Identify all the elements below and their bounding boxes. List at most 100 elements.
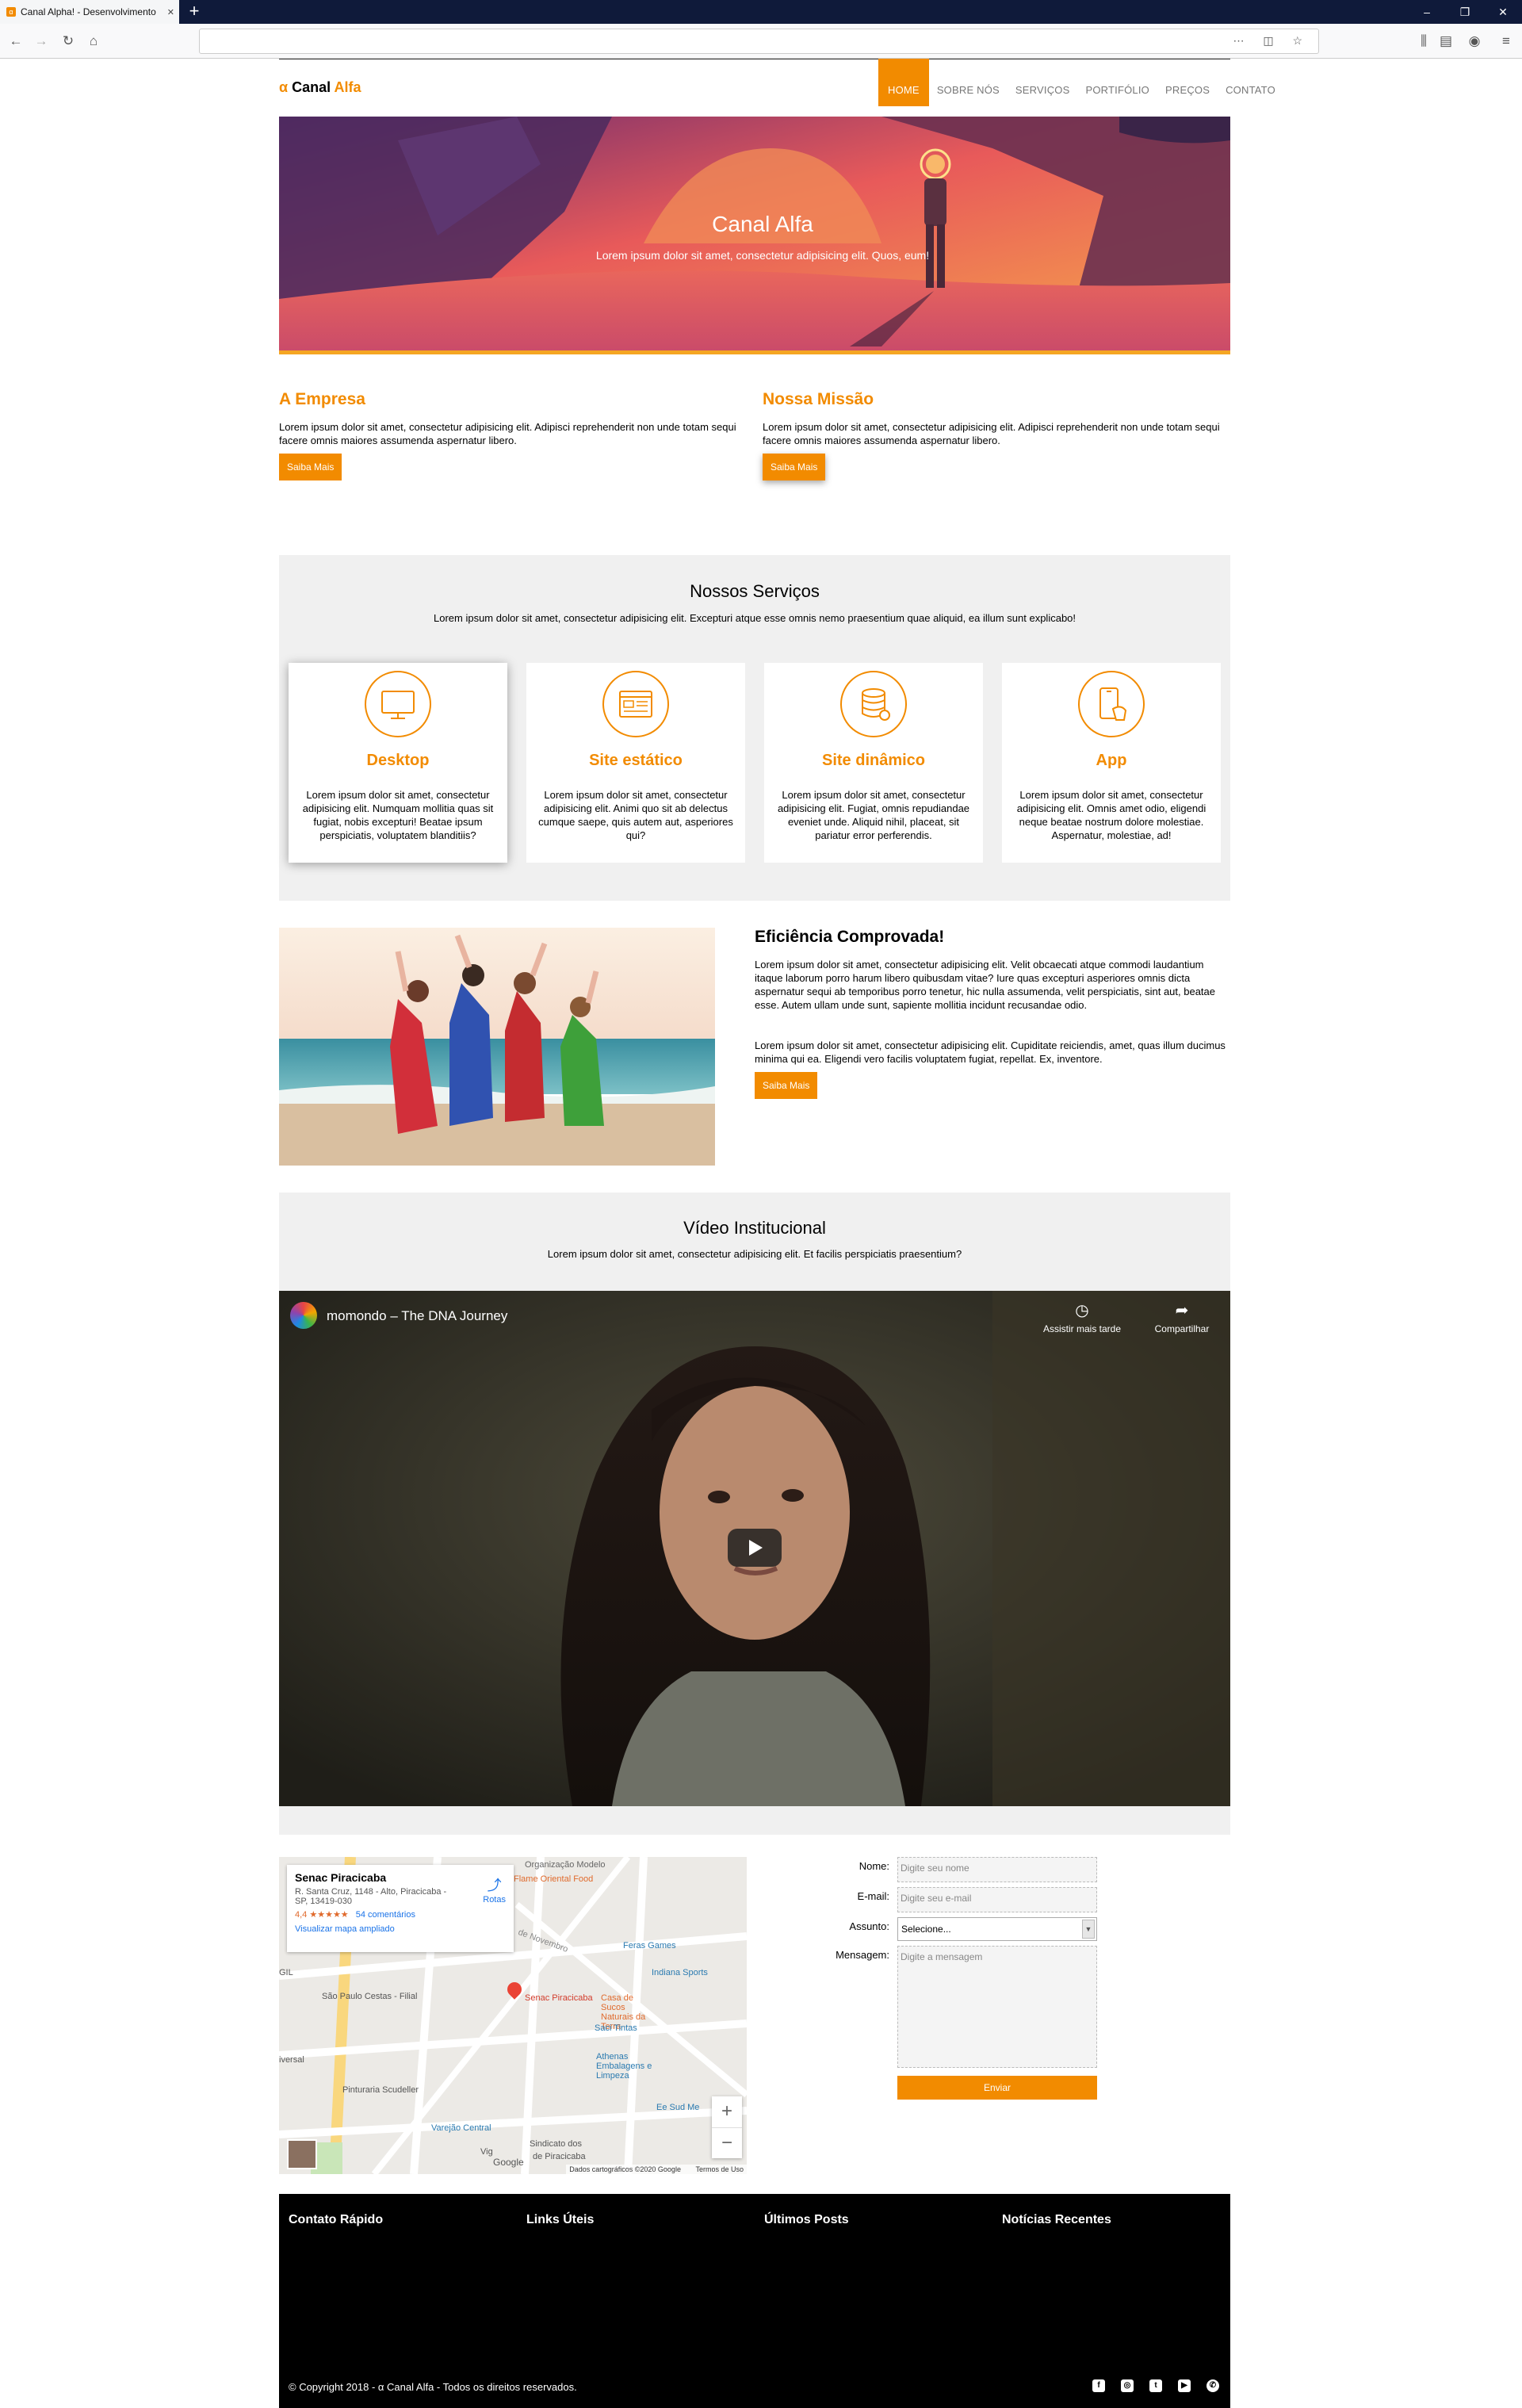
map-label-4: Feras Games [623,1941,676,1951]
submit-button[interactable]: Enviar [897,2076,1097,2100]
menu-portfolio[interactable]: PORTIFÓLIO [1077,59,1157,106]
video-player-title[interactable]: momondo – The DNA Journey [327,1308,507,1324]
map-label-12: iversal [279,2055,304,2065]
map-data-text: Dados cartográficos ©2020 Google [569,2165,681,2173]
map-reviews-link[interactable]: 54 comentários [356,1910,415,1920]
email-field[interactable]: Digite seu e-mail [897,1887,1097,1912]
efficiency-paragraph-2: Lorem ipsum dolor sit amet, consectetur … [755,1039,1226,1065]
zoom-in-button[interactable]: + [712,2096,742,2127]
watch-later-label: Assistir mais tarde [1042,1323,1122,1334]
service-card-title: App [1096,752,1127,769]
minimize-button[interactable]: – [1408,0,1446,24]
youtube-video-player[interactable]: momondo – The DNA Journey ◷ Assistir mai… [279,1291,1230,1806]
map-label-11: Athenas Embalagens e Limpeza [596,2052,652,2081]
share-arrow-icon: ➦ [1175,1302,1189,1319]
site-footer: Contato Rápido Links Úteis Últimos Posts… [279,2194,1230,2408]
kids-superheroes-photo [279,928,715,1166]
close-window-button[interactable]: ✕ [1484,0,1522,24]
street-view-thumbnail[interactable] [287,2139,317,2169]
twitter-icon[interactable]: t [1149,2379,1162,2392]
logo-alpha-symbol: α [279,79,289,95]
directions-label: Rotas [483,1895,506,1905]
about-mission-text: Lorem ipsum dolor sit amet, consectetur … [763,421,1220,446]
map-label-10: Saci Tintas [595,2023,637,2033]
play-button[interactable] [728,1529,782,1567]
facebook-icon[interactable]: f [1092,2379,1105,2392]
channel-avatar-icon[interactable] [290,1302,317,1329]
watch-later-button[interactable]: ◷ Assistir mais tarde [1031,1300,1134,1334]
page-actions-icon[interactable]: ⋯ ◫ ☆ [1233,34,1310,48]
service-card-app[interactable]: App Lorem ipsum dolor sit amet, consecte… [1002,663,1221,863]
browser-window: α Canal Alpha! - Desenvolvimento ✕ + – ❐… [0,0,1522,59]
address-bar[interactable]: ⋯ ◫ ☆ [199,29,1319,54]
logo-canal-text: Canal [292,79,331,95]
youtube-icon[interactable]: ▶ [1178,2379,1191,2392]
new-tab-button[interactable]: + [184,2,205,22]
map-zoom-control: + − [712,2096,742,2158]
map-label-1: Organização Modelo [525,1860,606,1870]
service-card-desktop[interactable]: Desktop Lorem ipsum dolor sit amet, cons… [289,663,507,863]
directions-button[interactable]: ⤴ Rotas [483,1874,506,1905]
tab-title: Canal Alpha! - Desenvolvimento [21,6,156,17]
database-icon [840,671,907,737]
hero-title: Canal Alfa [712,212,813,236]
favicon-icon: α [6,7,16,17]
map-enlarge-link[interactable]: Visualizar mapa ampliado [295,1924,506,1934]
footer-col-contact: Contato Rápido [289,2213,384,2226]
menu-contato[interactable]: CONTATO [1218,59,1283,106]
service-card-dynamic-site[interactable]: Site dinâmico Lorem ipsum dolor sit amet… [764,663,983,863]
menu-home[interactable]: HOME [878,59,929,106]
map-label-13: Pinturaria Scudeller [342,2085,419,2095]
name-label: Nome: [859,1860,889,1872]
map-terms-link[interactable]: Termos de Uso [695,2165,744,2173]
hamburger-menu-icon[interactable]: ≡ [1497,32,1516,51]
back-icon[interactable]: ← [6,32,25,51]
account-icon[interactable]: ◉ [1465,32,1484,51]
tab-close-icon[interactable]: ✕ [167,7,174,17]
google-map-embed[interactable]: Organização Modelo Flame Oriental Food d… [279,1857,747,2174]
name-field[interactable]: Digite seu nome [897,1857,1097,1882]
browser-tab[interactable]: α Canal Alpha! - Desenvolvimento ✕ [0,0,179,24]
efficiency-more-button[interactable]: Saiba Mais [755,1072,818,1099]
map-label-18: de Piracicaba [533,2152,586,2161]
map-info-card: Senac Piracicaba R. Santa Cruz, 1148 - A… [287,1865,514,1952]
menu-precos[interactable]: PREÇOS [1157,59,1218,106]
clock-icon: ◷ [1075,1302,1089,1319]
mission-more-button[interactable]: Saiba Mais [763,454,826,480]
map-attribution: Dados cartográficos ©2020 Google Termos … [566,2165,747,2174]
whatsapp-icon[interactable]: ✆ [1207,2379,1219,2392]
share-button[interactable]: ➦ Compartilhar [1146,1300,1218,1334]
play-icon [749,1540,763,1556]
home-icon[interactable]: ⌂ [84,32,103,51]
maximize-button[interactable]: ❐ [1446,0,1484,24]
subject-select[interactable]: Selecione... ▼ [897,1917,1097,1941]
footer-col-news: Notícias Recentes [1002,2213,1111,2226]
service-card-title: Site estático [589,752,683,769]
library-icon[interactable]: ⫼ [1414,32,1433,51]
hero-banner: Canal Alfa Lorem ipsum dolor sit amet, c… [279,117,1230,354]
reload-icon[interactable]: ↻ [59,32,78,51]
service-card-static-site[interactable]: Site estático Lorem ipsum dolor sit amet… [526,663,745,863]
efficiency-paragraph-1: Lorem ipsum dolor sit amet, consectetur … [755,959,1216,1011]
menu-servicos[interactable]: SERVIÇOS [1008,59,1078,106]
service-card-title: Desktop [366,752,430,769]
instagram-icon[interactable]: ◎ [1121,2379,1134,2392]
message-textarea[interactable]: Digite a mensagem [897,1946,1097,2068]
about-mission-title: Nossa Missão [763,390,874,408]
forward-icon[interactable]: → [32,32,51,51]
map-label-14: Ee Sud Me [656,2103,700,2112]
desktop-icon [365,671,431,737]
menu-sobre-nos[interactable]: SOBRE NÓS [929,59,1008,106]
map-label-15: Varejão Central [431,2123,491,2133]
map-stars: ★★★★★ [309,1910,349,1920]
message-label: Mensagem: [836,1949,889,1961]
company-more-button[interactable]: Saiba Mais [279,454,342,480]
zoom-out-button[interactable]: − [712,2127,742,2158]
site-logo[interactable]: α Canal Alfa [279,79,361,96]
map-label-7: São Paulo Cestas - Filial [322,1992,418,2001]
efficiency-title: Eficiência Comprovada! [755,928,945,946]
logo-alfa-text: Alfa [334,79,361,95]
sidebar-icon[interactable]: ▤ [1436,32,1455,51]
map-label-17: Vig [480,2147,493,2157]
services-subtitle: Lorem ipsum dolor sit amet, consectetur … [433,612,1076,624]
